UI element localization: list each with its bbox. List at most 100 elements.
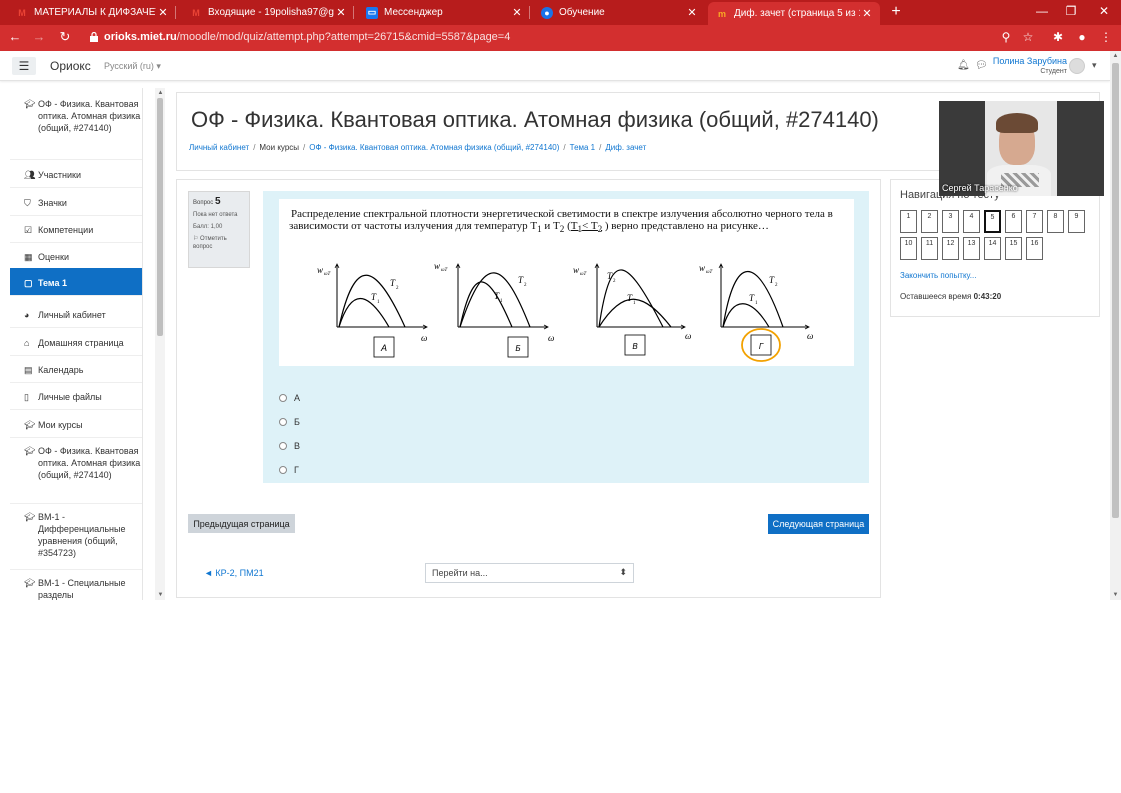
quiz-page-button[interactable]: 5	[984, 210, 1001, 233]
profile-icon[interactable]: ●	[1074, 30, 1090, 44]
scroll-up-icon[interactable]: ▲	[155, 88, 166, 98]
menu-dots-icon[interactable]: ⋮	[1098, 30, 1114, 44]
previous-page-button[interactable]: Предыдущая страница	[188, 514, 295, 533]
question-text-part: ) верно представлено на рисунке…	[604, 220, 769, 232]
user-name[interactable]: Полина Зарубина	[991, 56, 1067, 66]
scrollbar-thumb[interactable]	[1112, 63, 1119, 518]
close-window-icon[interactable]: ✕	[1094, 4, 1114, 18]
axis-label-x: ω	[421, 333, 427, 343]
quiz-page-button[interactable]: 3	[942, 210, 959, 233]
quiz-page-button[interactable]: 12	[942, 237, 959, 260]
quiz-page-button[interactable]: 4	[963, 210, 980, 233]
radio-button[interactable]	[279, 466, 287, 474]
breadcrumb-item[interactable]: Тема 1	[570, 143, 596, 152]
drawer-item-home[interactable]: ⌂ Домашняя страница	[10, 332, 142, 356]
chevron-down-icon[interactable]: ▾	[1092, 60, 1097, 71]
quiz-page-button[interactable]: 2	[921, 210, 938, 233]
close-tab-icon[interactable]: ✕	[685, 6, 699, 19]
quiz-page-button[interactable]: 15	[1005, 237, 1022, 260]
scrollbar-thumb[interactable]	[157, 98, 163, 336]
drawer-item-course[interactable]: 🎓︎ ВМ-1 - Дифференциальные уравнения (общ…	[10, 508, 142, 570]
close-tab-icon[interactable]: ✕	[510, 6, 524, 19]
zoom-icon[interactable]: ⚲	[998, 30, 1014, 44]
quiz-page-button[interactable]: 16	[1026, 237, 1043, 260]
drawer-item-files[interactable]: ▯ Личные файлы	[10, 386, 142, 410]
new-tab-button[interactable]: +	[887, 3, 905, 21]
language-menu[interactable]: Русский (ru) ▾	[104, 61, 161, 72]
drawer-toggle-button[interactable]: ☰	[12, 57, 36, 75]
drawer-item-participants[interactable]: 👥︎ Участники	[10, 164, 142, 188]
browser-tab[interactable]: ▭ Мессенджер ✕	[358, 0, 530, 25]
bell-icon[interactable]: 🔔︎	[957, 60, 970, 71]
quiz-page-button[interactable]: 13	[963, 237, 980, 260]
answer-option-label: А	[294, 393, 301, 403]
drawer-item-my-courses[interactable]: 🎓︎ Мои курсы	[10, 414, 142, 438]
scroll-up-icon[interactable]: ▲	[1110, 51, 1121, 61]
drawer-item-calendar[interactable]: ▤ Календарь	[10, 359, 142, 383]
next-page-button[interactable]: Следующая страница	[768, 514, 869, 534]
svg-text:1: 1	[500, 299, 503, 304]
video-call-overlay[interactable]: Сергей Тарасенко	[939, 101, 1104, 196]
radio-button[interactable]	[279, 442, 287, 450]
close-tab-icon[interactable]: ✕	[156, 6, 170, 19]
radio-button[interactable]	[279, 418, 287, 426]
drawer-item-label: Участники	[38, 170, 81, 180]
drawer-item-topic[interactable]: ▢ Тема 1	[10, 268, 142, 296]
back-icon[interactable]: ←	[6, 29, 24, 44]
drawer-item-grades[interactable]: ▦ Оценки	[10, 246, 142, 270]
drawer-item-course[interactable]: 🎓︎ ОФ - Физика. Квантовая оптика. Атомная…	[10, 98, 142, 160]
forward-icon[interactable]: →	[30, 29, 48, 44]
drawer-item-competencies[interactable]: ☑ Компетенции	[10, 219, 142, 243]
quiz-page-button[interactable]: 7	[1026, 210, 1043, 233]
radio-button[interactable]	[279, 394, 287, 402]
page-scrollbar[interactable]: ▲ ▼	[1110, 51, 1121, 600]
site-brand[interactable]: Ориокс	[50, 59, 91, 73]
quiz-page-button[interactable]: 9	[1068, 210, 1085, 233]
scroll-down-icon[interactable]: ▼	[155, 590, 166, 600]
drawer-item-dashboard[interactable]: ◕ Личный кабинет	[10, 304, 142, 328]
browser-tab[interactable]: M Входящие - 19polisha97@gmail. ✕	[182, 0, 354, 25]
table-icon: ▦	[24, 252, 33, 262]
breadcrumb-item[interactable]: Диф. зачет	[605, 143, 646, 152]
drawer-item-badges[interactable]: ⛉ Значки	[10, 192, 142, 216]
minimize-icon[interactable]: —	[1032, 4, 1052, 18]
breadcrumb-item[interactable]: ОФ - Физика. Квантовая оптика. Атомная ф…	[309, 143, 559, 152]
jump-to-select[interactable]: Перейти на... ⬍	[425, 563, 634, 583]
drawer-item-course[interactable]: 🎓︎ ОФ - Физика. Квантовая оптика. Атомная…	[10, 442, 142, 504]
finish-attempt-link[interactable]: Закончить попытку...	[900, 271, 976, 280]
quiz-page-button[interactable]: 10	[900, 237, 917, 260]
close-tab-icon[interactable]: ✕	[334, 6, 348, 19]
breadcrumb-item[interactable]: Личный кабинет	[189, 143, 249, 152]
quiz-page-button[interactable]: 8	[1047, 210, 1064, 233]
previous-activity-link[interactable]: ◄ КР-2, ПМ21	[204, 568, 264, 578]
answer-option[interactable]: Г	[279, 465, 299, 475]
restore-icon[interactable]: ❐	[1061, 4, 1081, 18]
bookmark-star-icon[interactable]: ☆	[1020, 30, 1036, 44]
avatar[interactable]	[1069, 58, 1085, 74]
answer-option[interactable]: А	[279, 393, 300, 403]
graph-label: В	[632, 342, 638, 351]
extensions-icon[interactable]: ✱	[1050, 30, 1066, 44]
drawer-item-course[interactable]: 🎓︎ ВМ-1 - Специальные разделы	[10, 574, 142, 600]
browser-tab[interactable]: ● Обучение ✕	[533, 0, 705, 25]
flag-question-link[interactable]: ⚐ Отметить вопрос	[193, 235, 245, 251]
drawer-scrollbar[interactable]: ▲ ▼	[155, 88, 165, 600]
graph-label: А	[380, 343, 387, 353]
answer-option[interactable]: Б	[279, 417, 300, 427]
url-field[interactable]: orioks.miet.ru/moodle/mod/quiz/attempt.p…	[104, 31, 510, 43]
quiz-page-button[interactable]: 1	[900, 210, 917, 233]
browser-tab[interactable]: M МАТЕРИАЛЫ К ДИФЗАЧЕТУ - 1! ✕	[8, 0, 176, 25]
calendar-icon: ▤	[24, 365, 33, 375]
quiz-page-button[interactable]: 11	[921, 237, 938, 260]
chat-icon[interactable]: 💬︎	[975, 60, 988, 71]
quiz-page-button[interactable]: 6	[1005, 210, 1022, 233]
graduation-cap-icon: 🎓︎	[24, 99, 36, 109]
scroll-down-icon[interactable]: ▼	[1110, 590, 1121, 600]
answer-option[interactable]: В	[279, 441, 300, 451]
quiz-page-button[interactable]: 14	[984, 237, 1001, 260]
browser-tab-active[interactable]: m Диф. зачет (страница 5 из 16) ✕	[708, 2, 880, 25]
breadcrumb-item[interactable]: Мои курсы	[259, 143, 299, 152]
reload-icon[interactable]: ↻	[56, 29, 74, 45]
participant-name: Сергей Тарасенко	[942, 183, 1018, 193]
close-tab-icon[interactable]: ✕	[860, 7, 874, 20]
